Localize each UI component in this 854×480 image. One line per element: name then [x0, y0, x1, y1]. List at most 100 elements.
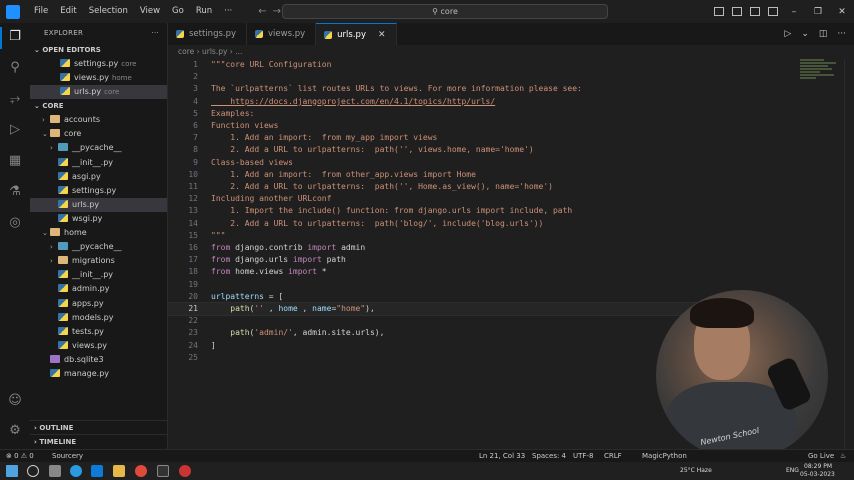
eol-status[interactable]: CRLF: [604, 450, 622, 462]
restore-icon[interactable]: ❐: [806, 7, 830, 17]
editor-scrollbar[interactable]: [844, 59, 854, 449]
sourcery-status[interactable]: Sourcery: [52, 450, 83, 462]
tree-file[interactable]: apps.py: [30, 297, 167, 311]
code-line[interactable]: 16 from django.contrib import admin: [168, 242, 788, 254]
account-icon[interactable]: ☺: [7, 393, 23, 409]
edge-browser-icon[interactable]: [70, 465, 82, 477]
settings-gear-icon[interactable]: ⚙: [7, 423, 23, 439]
code-line[interactable]: 20 urlpatterns = [: [168, 291, 788, 303]
chrome-icon[interactable]: [135, 465, 147, 477]
tree-file[interactable]: __init__.py: [30, 268, 167, 282]
close-window-icon[interactable]: ✕: [830, 7, 854, 17]
remote-explorer-icon[interactable]: ◎: [7, 215, 23, 231]
project-section[interactable]: ⌄ CORE: [30, 99, 167, 113]
extensions-icon[interactable]: ▦: [7, 153, 23, 169]
breadcrumb[interactable]: core › urls.py › ...: [168, 45, 854, 59]
run-python-file-icon[interactable]: ▷: [784, 29, 791, 39]
forward-arrow-icon[interactable]: →: [273, 6, 281, 17]
tree-file[interactable]: models.py: [30, 311, 167, 325]
tree-file[interactable]: admin.py: [30, 282, 167, 296]
tree-folder[interactable]: › accounts: [30, 113, 167, 127]
terminal-icon[interactable]: [157, 465, 169, 477]
minimap[interactable]: [800, 59, 840, 83]
code-line[interactable]: 10 1. Add an import: from other_app.view…: [168, 169, 788, 181]
close-tab-icon[interactable]: ✕: [378, 24, 386, 46]
command-center-search[interactable]: ⚲ core: [282, 4, 608, 19]
notifications-bell-icon[interactable]: ♨: [840, 450, 846, 462]
menu-run[interactable]: Run: [190, 0, 218, 23]
language-indicator[interactable]: ENG: [786, 467, 799, 474]
testing-icon[interactable]: ⚗: [7, 184, 23, 200]
task-view-icon[interactable]: [49, 465, 61, 477]
tree-folder[interactable]: ⌄ core: [30, 127, 167, 141]
open-editor-item[interactable]: views.py home: [30, 71, 167, 85]
tree-file[interactable]: wsgi.py: [30, 212, 167, 226]
more-actions-icon[interactable]: ···: [151, 23, 159, 43]
open-editors-section[interactable]: ⌄ OPEN EDITORS: [30, 43, 167, 57]
file-explorer-icon[interactable]: [113, 465, 125, 477]
tree-folder[interactable]: › migrations: [30, 254, 167, 268]
toggle-secondary-sidebar-icon[interactable]: [750, 7, 760, 16]
timeline-section[interactable]: › TIMELINE: [30, 434, 167, 448]
tree-folder[interactable]: › __pycache__: [30, 240, 167, 254]
outline-section[interactable]: › OUTLINE: [30, 420, 167, 434]
code-line[interactable]: 17 from django.urls import path: [168, 254, 788, 266]
tree-folder[interactable]: › __pycache__: [30, 141, 167, 155]
weather-status[interactable]: 25°C Haze: [680, 467, 712, 474]
clock-date[interactable]: 05-03-2023: [800, 471, 835, 478]
menu-file[interactable]: File: [28, 0, 54, 23]
tree-file[interactable]: __init__.py: [30, 156, 167, 170]
toggle-primary-sidebar-icon[interactable]: [714, 7, 724, 16]
customize-layout-icon[interactable]: [768, 7, 778, 16]
source-control-icon[interactable]: ⥅: [7, 91, 23, 107]
explorer-icon[interactable]: ❐: [7, 29, 23, 45]
code-line[interactable]: 9 Class-based views: [168, 157, 788, 169]
chevron-down-icon[interactable]: ⌄: [801, 29, 809, 39]
menu-view[interactable]: View: [134, 0, 166, 23]
language-mode[interactable]: MagicPython: [642, 450, 687, 462]
recorder-icon[interactable]: [179, 465, 191, 477]
minimize-icon[interactable]: –: [782, 7, 806, 17]
menu-edit[interactable]: Edit: [54, 0, 82, 23]
menu-more[interactable]: ···: [218, 0, 238, 23]
tree-file[interactable]: tests.py: [30, 325, 167, 339]
tree-folder[interactable]: ⌄ home: [30, 226, 167, 240]
code-line[interactable]: 1 """core URL Configuration: [168, 59, 788, 71]
code-line[interactable]: 7 1. Add an import: from my_app import v…: [168, 132, 788, 144]
clock-time[interactable]: 08:29 PM: [804, 463, 832, 470]
tree-file[interactable]: manage.py: [30, 367, 167, 381]
toggle-panel-icon[interactable]: [732, 7, 742, 16]
code-line[interactable]: 14 2. Add a URL to urlpatterns: path('bl…: [168, 218, 788, 230]
code-line[interactable]: 5 Examples:: [168, 108, 788, 120]
go-live-button[interactable]: Go Live: [808, 450, 834, 462]
code-line[interactable]: 8 2. Add a URL to urlpatterns: path('', …: [168, 144, 788, 156]
code-line[interactable]: 11 2. Add a URL to urlpatterns: path('',…: [168, 181, 788, 193]
search-icon[interactable]: [27, 465, 39, 477]
vscode-taskbar-icon[interactable]: [91, 465, 103, 477]
code-line[interactable]: 4 https://docs.djangoproject.com/en/4.1/…: [168, 96, 788, 108]
tree-file[interactable]: settings.py: [30, 184, 167, 198]
back-arrow-icon[interactable]: ←: [258, 6, 266, 17]
cursor-position[interactable]: Ln 21, Col 33: [479, 450, 525, 462]
open-editor-item[interactable]: urls.py core: [30, 85, 167, 100]
run-debug-icon[interactable]: ▷: [7, 122, 23, 138]
code-line[interactable]: 19: [168, 279, 788, 291]
code-line[interactable]: 12 Including another URLconf: [168, 193, 788, 205]
indentation-status[interactable]: Spaces: 4: [532, 450, 566, 462]
windows-start-icon[interactable]: [6, 465, 18, 477]
problems-status[interactable]: ⊗ 0 ⚠ 0: [6, 450, 34, 462]
tree-file[interactable]: db.sqlite3: [30, 353, 167, 367]
menu-selection[interactable]: Selection: [83, 0, 134, 23]
split-editor-icon[interactable]: ◫: [819, 29, 828, 39]
code-line[interactable]: 6 Function views: [168, 120, 788, 132]
menu-go[interactable]: Go: [166, 0, 190, 23]
open-editor-item[interactable]: settings.py core: [30, 57, 167, 71]
code-line[interactable]: 18 from home.views import *: [168, 266, 788, 278]
tab-settings-py[interactable]: settings.py: [168, 23, 248, 45]
code-line[interactable]: 13 1. Import the include() function: fro…: [168, 205, 788, 217]
encoding-status[interactable]: UTF-8: [573, 450, 593, 462]
code-line[interactable]: 2: [168, 71, 788, 83]
tree-file[interactable]: views.py: [30, 339, 167, 353]
tree-file[interactable]: urls.py: [30, 197, 167, 212]
more-actions-icon[interactable]: ···: [837, 29, 846, 39]
